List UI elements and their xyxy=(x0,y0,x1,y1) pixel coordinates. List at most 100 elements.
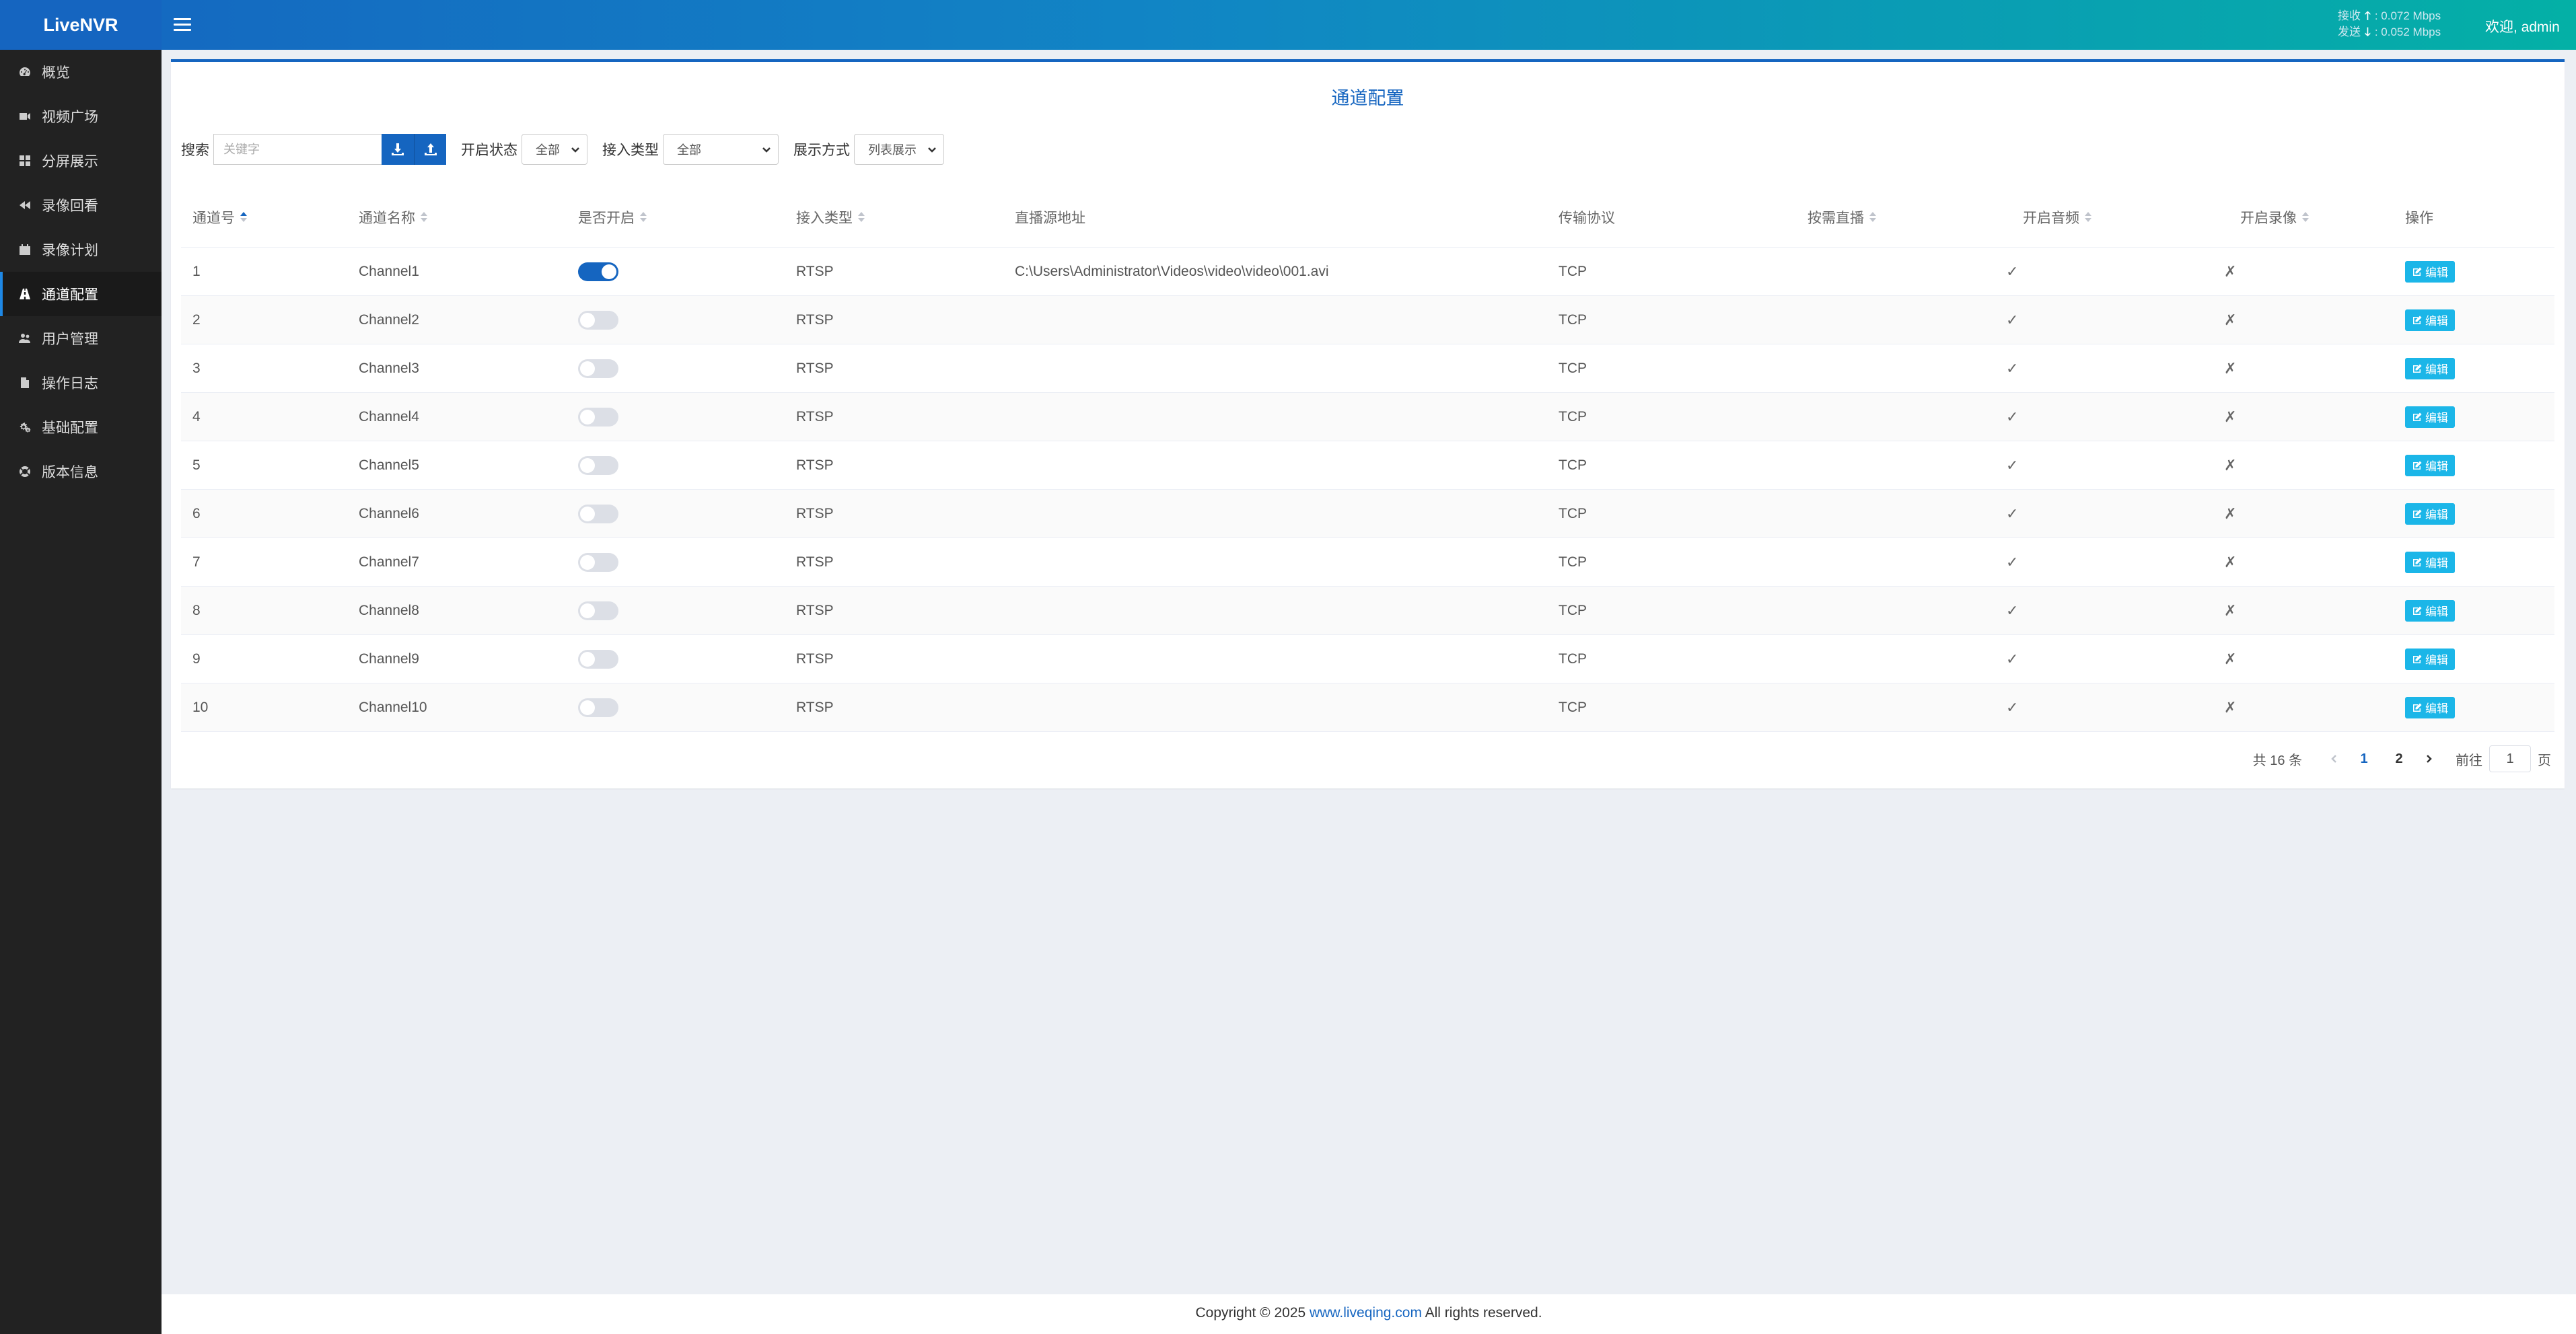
cell-id: 9 xyxy=(192,635,201,683)
channel-id: 7 xyxy=(192,554,201,570)
cell-audio: ✗ xyxy=(2224,344,2236,392)
sidebar-item-label: 通道配置 xyxy=(42,287,98,303)
hamburger-menu-icon[interactable] xyxy=(174,15,191,35)
user-welcome-menu[interactable]: 欢迎, admin xyxy=(2485,16,2560,36)
enable-toggle[interactable] xyxy=(578,262,618,281)
enable-toggle[interactable] xyxy=(578,698,618,717)
sort-icon[interactable] xyxy=(2085,212,2091,222)
edit-button[interactable]: 编辑 xyxy=(2405,648,2455,670)
app-logo[interactable]: LiveNVR xyxy=(0,0,162,50)
sort-icon[interactable] xyxy=(1869,212,1876,222)
sidebar-item-7[interactable]: 操作日志 xyxy=(0,361,162,405)
sort-icon[interactable] xyxy=(858,212,865,222)
sidebar-item-2[interactable]: 分屏展示 xyxy=(0,139,162,183)
edit-button[interactable]: 编辑 xyxy=(2405,309,2455,331)
sidebar-item-6[interactable]: 用户管理 xyxy=(0,316,162,361)
enable-toggle[interactable] xyxy=(578,310,618,330)
cell-name: Channel6 xyxy=(359,490,419,538)
enable-toggle[interactable] xyxy=(578,649,618,669)
upload-button[interactable] xyxy=(414,134,446,165)
channel-id: 3 xyxy=(192,360,201,376)
footer-link[interactable]: www.liveqing.com xyxy=(1310,1305,1422,1321)
download-button[interactable] xyxy=(382,134,414,165)
cell-name: Channel2 xyxy=(359,296,419,344)
sort-icon[interactable] xyxy=(2302,212,2309,222)
cell-type: RTSP xyxy=(796,248,834,295)
page-title: 通道配置 xyxy=(1331,88,1404,108)
chevron-down-icon xyxy=(571,147,579,153)
sidebar-item-0[interactable]: 概览 xyxy=(0,50,162,94)
column-header[interactable]: 通道名称 xyxy=(359,187,427,247)
goto-page-input[interactable] xyxy=(2489,745,2531,772)
channel-id: 6 xyxy=(192,505,201,521)
send-label: 发送 xyxy=(2338,26,2361,38)
sidebar-item-3[interactable]: 录像回看 xyxy=(0,183,162,227)
cell-id: 2 xyxy=(192,296,201,344)
access-type: RTSP xyxy=(796,263,834,279)
edit-button[interactable]: 编辑 xyxy=(2405,503,2455,525)
edit-button[interactable]: 编辑 xyxy=(2405,551,2455,573)
page-2-button[interactable]: 2 xyxy=(2382,751,2417,767)
type-select[interactable]: 全部 xyxy=(663,134,779,165)
cell-audio: ✗ xyxy=(2224,248,2236,295)
enable-toggle[interactable] xyxy=(578,552,618,572)
display-select[interactable]: 列表展示 xyxy=(854,134,944,165)
enable-toggle[interactable] xyxy=(578,359,618,378)
cell-type: RTSP xyxy=(796,393,834,441)
edit-label: 编辑 xyxy=(2425,557,2448,570)
channel-name: Channel4 xyxy=(359,408,419,424)
column-header[interactable]: 通道号 xyxy=(192,187,247,247)
sidebar-item-9[interactable]: 版本信息 xyxy=(0,449,162,494)
edit-button[interactable]: 编辑 xyxy=(2405,696,2455,718)
sidebar-item-8[interactable]: 基础配置 xyxy=(0,405,162,449)
sidebar-item-1[interactable]: 视频广场 xyxy=(0,94,162,139)
column-header[interactable]: 接入类型 xyxy=(796,187,865,247)
sort-icon[interactable] xyxy=(640,212,647,222)
check-icon: ✓ xyxy=(2006,311,2019,328)
column-header[interactable]: 开启录像 xyxy=(2240,187,2334,247)
sort-icon[interactable] xyxy=(421,212,427,222)
edit-button[interactable]: 编辑 xyxy=(2405,599,2455,622)
sidebar-item-4[interactable]: 录像计划 xyxy=(0,227,162,272)
search-input[interactable] xyxy=(213,134,382,165)
prev-page-button[interactable] xyxy=(2322,754,2347,764)
enable-toggle[interactable] xyxy=(578,455,618,475)
enable-toggle[interactable] xyxy=(578,601,618,620)
next-page-button[interactable] xyxy=(2417,754,2441,764)
cell-enabled xyxy=(578,393,618,441)
cell-on-demand: ✓ xyxy=(2006,683,2018,731)
cell-name: Channel9 xyxy=(359,635,419,683)
edit-button[interactable]: 编辑 xyxy=(2405,260,2455,283)
page-1-button[interactable]: 1 xyxy=(2347,751,2382,767)
sidebar-item-label: 版本信息 xyxy=(42,465,98,480)
edit-icon xyxy=(2413,316,2422,324)
sidebar: 概览 视频广场 分屏展示 录像回看 录像计划通道配置用户管理 操作日志 基础配置版本信息 xyxy=(0,50,162,1334)
column-header[interactable]: 是否开启 xyxy=(578,187,647,247)
cell-actions: 编辑 xyxy=(2405,635,2455,683)
cell-enabled xyxy=(578,441,618,489)
edit-label: 编辑 xyxy=(2425,266,2448,279)
edit-button[interactable]: 编辑 xyxy=(2405,406,2455,428)
access-type: RTSP xyxy=(796,408,834,424)
column-header-label: 通道名称 xyxy=(359,210,415,226)
cell-name: Channel8 xyxy=(359,587,419,634)
edit-button[interactable]: 编辑 xyxy=(2405,357,2455,379)
sidebar-item-5[interactable]: 通道配置 xyxy=(0,272,162,316)
cell-type: RTSP xyxy=(796,635,834,683)
access-type: RTSP xyxy=(796,554,834,570)
column-header-label: 操作 xyxy=(2405,210,2433,226)
sort-icon[interactable] xyxy=(240,212,247,222)
column-header[interactable]: 按需直播 xyxy=(1808,187,1902,247)
protocol: TCP xyxy=(1559,311,1587,328)
column-header[interactable]: 开启音频 xyxy=(2023,187,2117,247)
status-select[interactable]: 全部 xyxy=(522,134,587,165)
protocol: TCP xyxy=(1559,651,1587,667)
cell-type: RTSP xyxy=(796,538,834,586)
channel-name: Channel6 xyxy=(359,505,419,521)
enable-toggle[interactable] xyxy=(578,504,618,523)
protocol: TCP xyxy=(1559,554,1587,570)
cell-on-demand: ✓ xyxy=(2006,344,2018,392)
edit-button[interactable]: 编辑 xyxy=(2405,454,2455,476)
column-header-label: 开启音频 xyxy=(2023,210,2079,226)
enable-toggle[interactable] xyxy=(578,407,618,427)
